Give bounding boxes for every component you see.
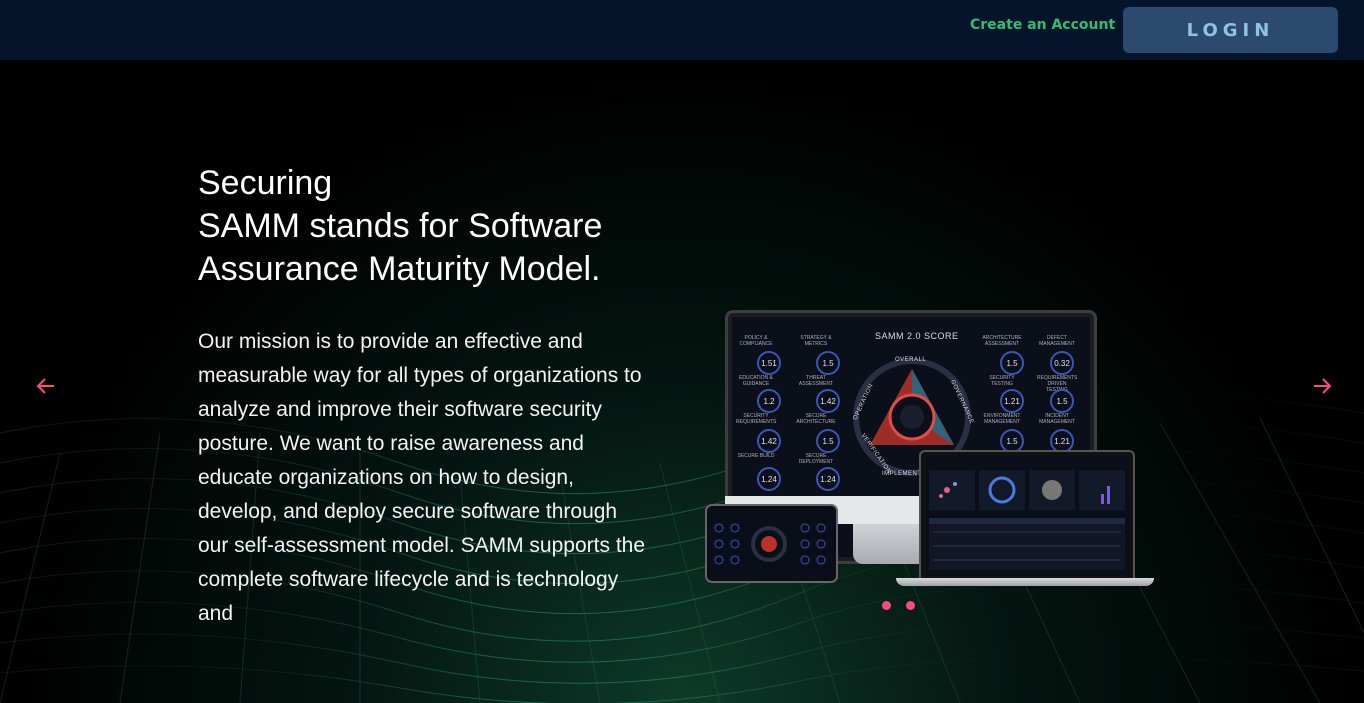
tablet-dashboard-graphic <box>714 523 826 565</box>
arrow-right-icon <box>1314 378 1332 394</box>
score-label: ARCHITECTURE ASSESSMENT <box>982 335 1022 347</box>
score-label: ENVIRONMENT MANAGEMENT <box>983 413 1021 425</box>
hero-carousel: Securing SAMM stands for Software Assura… <box>0 60 1364 703</box>
create-account-link[interactable]: Create an Account <box>970 17 1115 33</box>
hero-title: Securing SAMM stands for Software Assura… <box>198 162 668 291</box>
hero-title-line: SAMM stands for Software <box>198 207 603 245</box>
score-ring: 1.51 <box>757 351 781 375</box>
laptop-base <box>896 578 1154 586</box>
laptop-mockup <box>919 450 1135 582</box>
hero-title-line: Securing <box>198 164 333 202</box>
ring-label: OVERALL <box>895 357 927 363</box>
score-ring: 1.24 <box>757 467 781 491</box>
score-ring: 1.5 <box>816 429 840 453</box>
score-label: STRATEGY & METRICS <box>800 335 832 347</box>
score-ring: 1.42 <box>816 389 840 413</box>
carousel-indicators <box>882 601 915 610</box>
score-label: SECURE ARCHITECTURE <box>796 413 836 425</box>
score-label: INCIDENT MANAGEMENT <box>1039 413 1075 425</box>
carousel-prev-button[interactable] <box>36 376 56 396</box>
score-ring: 1.5 <box>816 351 840 375</box>
score-ring: 1.24 <box>816 467 840 491</box>
tablet-mockup <box>705 504 838 583</box>
laptop-charts-graphic <box>929 470 1125 570</box>
score-ring: 1.5 <box>1050 389 1074 413</box>
score-title: SAMM 2.0 SCORE <box>875 331 959 341</box>
score-label: SECURITY REQUIREMENTS <box>736 413 777 425</box>
score-label: EDUCATION & GUIDANCE <box>739 375 773 387</box>
carousel-next-button[interactable] <box>1312 376 1332 396</box>
score-label: THREAT ASSESSMENT <box>798 375 834 387</box>
score-ring: 1.42 <box>757 429 781 453</box>
carousel-dot[interactable] <box>882 601 891 610</box>
carousel-dot[interactable] <box>906 601 915 610</box>
score-ring: 1.2 <box>757 389 781 413</box>
score-label: SECURE DEPLOYMENT <box>798 453 834 465</box>
hero-description: Our mission is to provide an effective a… <box>198 330 646 625</box>
score-label: DEFECT MANAGEMENT <box>1039 335 1075 347</box>
hero-title-line: Assurance Maturity Model. <box>198 250 601 288</box>
laptop-dashboard-screenshot <box>925 456 1129 576</box>
top-navbar: Create an Account LOGIN <box>0 0 1364 60</box>
arrow-left-icon <box>36 378 54 394</box>
score-label: POLICY & COMPLIANCE <box>739 335 773 347</box>
score-ring: 0.32 <box>1050 351 1074 375</box>
score-label: SECURE BUILD <box>737 453 775 459</box>
score-ring: 1.5 <box>1000 351 1024 375</box>
score-ring: 1.21 <box>1000 389 1024 413</box>
login-button[interactable]: LOGIN <box>1123 7 1338 53</box>
score-label: SECURITY TESTING <box>989 375 1015 387</box>
